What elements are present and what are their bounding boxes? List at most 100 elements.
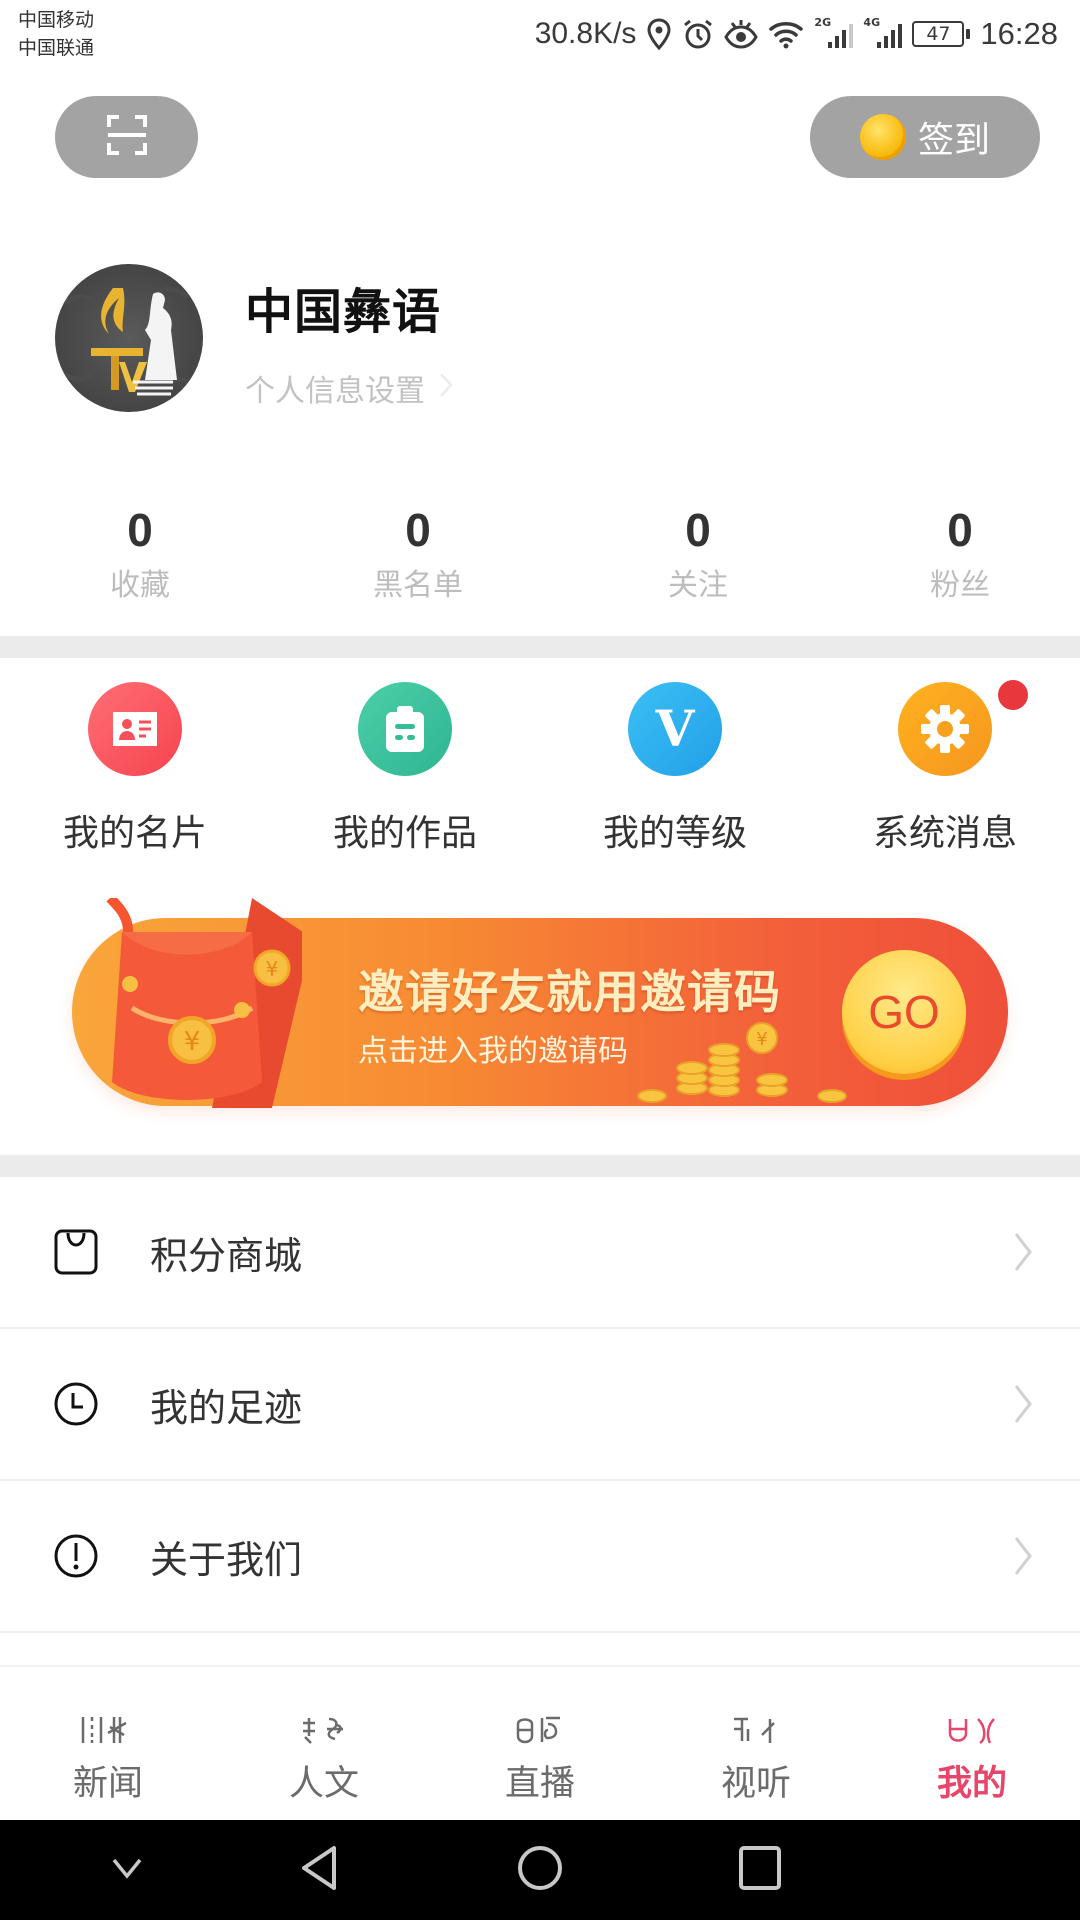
- alarm-icon: [682, 18, 714, 50]
- stat-value: 0: [947, 504, 973, 556]
- tv-logo-icon: [63, 286, 195, 396]
- menu-item-points-mall[interactable]: 积分商城: [0, 1177, 1080, 1329]
- clock-icon: [53, 1381, 99, 1427]
- menu-item-label: 积分商城: [150, 1233, 303, 1278]
- status-indicators: 30.8K/s 2G 4G 47 16:28: [535, 12, 1058, 56]
- chevron-right-icon: [439, 371, 453, 406]
- recents-button[interactable]: [725, 1840, 795, 1900]
- go-label: GO: [868, 986, 940, 1038]
- banner-subtitle: 点击进入我的邀请码: [358, 1034, 628, 1069]
- tab-label: 视听: [720, 1764, 791, 1804]
- eye-comfort-icon: [724, 19, 759, 49]
- tab-mine[interactable]: 我的: [864, 1667, 1080, 1822]
- carrier-2: 中国联通: [18, 37, 95, 59]
- stat-label: 黑名单: [373, 568, 463, 603]
- tab-news[interactable]: 新闻: [0, 1667, 216, 1822]
- go-button[interactable]: GO: [842, 950, 966, 1074]
- menu-item-footprints[interactable]: 我的足迹: [0, 1329, 1080, 1481]
- signal-2g-icon: 2G: [814, 16, 854, 48]
- quick-action-label: 系统消息: [872, 813, 1017, 854]
- carrier-info: 中国移动 中国联通: [18, 6, 94, 62]
- tab-label: 直播: [504, 1764, 575, 1804]
- quick-action-label: 我的名片: [62, 813, 207, 854]
- invite-banner[interactable]: ¥ ¥ 邀请好友就用邀请码 点击进入我的邀请码 ¥ GO: [72, 898, 1008, 1108]
- shopping-bag-icon: [53, 1229, 99, 1275]
- home-button[interactable]: [505, 1840, 575, 1900]
- quick-action-label: 我的作品: [332, 813, 477, 854]
- chevron-right-icon: [1012, 1230, 1036, 1274]
- menu-item-label: 关于我们: [150, 1537, 303, 1582]
- vip-v-icon: V: [628, 682, 722, 776]
- hide-nav-button[interactable]: [92, 1840, 162, 1900]
- tab-label: 人文: [288, 1764, 359, 1804]
- avatar[interactable]: [55, 264, 203, 412]
- menu-list: 积分商城 我的足迹 关于我们: [0, 1177, 1080, 1633]
- quick-action-system-messages[interactable]: 系统消息: [810, 680, 1080, 856]
- carrier-1: 中国移动: [18, 9, 95, 31]
- id-card-icon: [88, 682, 182, 776]
- bottom-tab-bar: 新闻 人文 直播 视听 我的: [0, 1665, 1080, 1820]
- menu-item-label: 我的足迹: [150, 1385, 303, 1430]
- scan-icon: [105, 113, 149, 161]
- stat-value: 0: [405, 504, 431, 556]
- profile-settings-link[interactable]: 个人信息设置: [245, 366, 453, 410]
- clipboard-icon: [358, 682, 452, 776]
- stat-value: 0: [685, 504, 711, 556]
- stat-fans[interactable]: 0 粉丝: [860, 500, 1060, 608]
- coins-pile-icon: ¥: [637, 1022, 847, 1103]
- signin-label: 签到: [917, 120, 990, 161]
- clock: 16:28: [980, 16, 1058, 51]
- status-bar: 中国移动 中国联通 30.8K/s 2G 4G 47 16:28: [0, 0, 1080, 80]
- home-circle-icon: [516, 1844, 564, 1896]
- stat-label: 粉丝: [930, 568, 990, 603]
- tab-audio-video[interactable]: 视听: [648, 1667, 864, 1822]
- battery-level: 47: [926, 23, 951, 45]
- system-nav-bar: [0, 1820, 1080, 1920]
- menu-item-about-us[interactable]: 关于我们: [0, 1481, 1080, 1633]
- section-divider: [0, 1155, 1080, 1177]
- quick-actions: 我的名片 我的作品 V 我的等级 系统消息: [0, 658, 1080, 858]
- svg-text:¥: ¥: [184, 1027, 201, 1057]
- quick-action-my-level[interactable]: V 我的等级: [540, 682, 810, 856]
- yi-script-live-icon: [514, 1713, 566, 1747]
- info-exclamation-icon: [53, 1533, 99, 1579]
- quick-action-my-works[interactable]: 我的作品: [270, 682, 540, 856]
- profile-settings-label: 个人信息设置: [245, 374, 425, 409]
- net-speed: 30.8K/s: [534, 17, 637, 50]
- scan-button[interactable]: [55, 96, 198, 178]
- tab-label: 新闻: [72, 1764, 143, 1804]
- stat-favorites[interactable]: 0 收藏: [40, 500, 240, 608]
- notification-badge: [998, 680, 1028, 710]
- stat-following[interactable]: 0 关注: [598, 500, 798, 608]
- yi-script-audio-video-icon: [730, 1713, 782, 1747]
- chevron-right-icon: [1012, 1534, 1036, 1578]
- back-button[interactable]: [285, 1840, 355, 1900]
- profile-name: 中国彝语: [245, 284, 442, 340]
- section-divider: [0, 636, 1080, 658]
- chevron-down-icon: [110, 1856, 144, 1884]
- stat-label: 收藏: [110, 568, 170, 603]
- location-icon: [646, 18, 672, 50]
- quick-action-business-card[interactable]: 我的名片: [0, 682, 270, 856]
- stat-label: 关注: [668, 568, 728, 603]
- yi-script-mine-icon: [946, 1713, 998, 1747]
- battery-icon: 47: [912, 21, 971, 47]
- red-envelope-icon: ¥ ¥: [106, 898, 302, 1108]
- coin-icon: [859, 114, 906, 160]
- back-triangle-icon: [300, 1844, 340, 1896]
- stat-value: 0: [127, 504, 153, 556]
- quick-action-label: 我的等级: [602, 813, 747, 854]
- yi-script-news-icon: [80, 1713, 136, 1747]
- stat-blacklist[interactable]: 0 黑名单: [318, 500, 518, 608]
- tab-culture[interactable]: 人文: [216, 1667, 432, 1822]
- banner-title: 邀请好友就用邀请码: [358, 965, 781, 1019]
- chevron-right-icon: [1012, 1382, 1036, 1426]
- tab-live[interactable]: 直播: [432, 1667, 648, 1822]
- yi-script-culture-icon: [299, 1713, 349, 1747]
- svg-text:¥: ¥: [266, 957, 279, 981]
- svg-text:¥: ¥: [756, 1029, 767, 1050]
- tab-label: 我的: [936, 1764, 1007, 1804]
- wifi-icon: [768, 19, 804, 49]
- signin-button[interactable]: 签到: [810, 96, 1040, 178]
- stats-row: 0 收藏 0 黑名单 0 关注 0 粉丝: [0, 500, 1080, 630]
